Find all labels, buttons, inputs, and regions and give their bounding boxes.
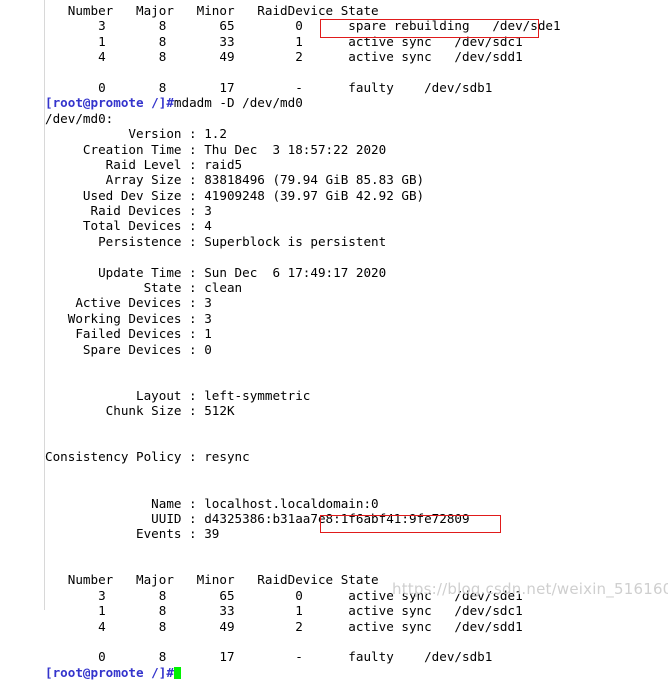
- top-table-header: Number Major Minor RaidDevice State: [45, 3, 379, 18]
- field-update-time: Update Time : Sun Dec 6 17:49:17 2020: [45, 264, 387, 280]
- field-active-devices: Active Devices : 3: [45, 295, 212, 311]
- shell-prompt: [root@promote /]#: [45, 95, 174, 111]
- text-cursor: [173, 666, 181, 679]
- bottom-table-header: Number Major Minor RaidDevice State: [45, 572, 379, 588]
- field-raid-devices: Raid Devices : 3: [45, 203, 212, 219]
- table-row: 4 8 49 2 active sync /dev/sdd1: [45, 49, 523, 65]
- final-prompt-line[interactable]: [root@promote /]#: [45, 665, 668, 680]
- field-layout: Layout : left-symmetric: [45, 387, 311, 403]
- table-row-faulty: 0 8 17 - faulty /dev/sdb1: [45, 79, 493, 95]
- table-row: 3 8 65 0 spare rebuilding /dev/sde1: [45, 18, 561, 34]
- field-spare-devices: Spare Devices : 0: [45, 341, 212, 357]
- command-line: [root@promote /]#mdadm -D /dev/md0: [45, 95, 668, 110]
- field-used-dev-size: Used Dev Size : 41909248 (39.97 GiB 42.9…: [45, 187, 425, 203]
- field-chunk-size: Chunk Size : 512K: [45, 403, 235, 419]
- field-name: Name : localhost.localdomain:0: [45, 495, 379, 511]
- field-consistency-policy: Consistency Policy : resync: [45, 449, 250, 465]
- field-version: Version : 1.2: [45, 126, 227, 142]
- field-creation-time: Creation Time : Thu Dec 3 18:57:22 2020: [45, 141, 387, 157]
- field-state: State : clean: [45, 280, 243, 296]
- command-text: mdadm -D /dev/md0: [173, 95, 303, 111]
- console-output: Number Major Minor RaidDevice State 3 8 …: [45, 3, 668, 680]
- field-total-devices: Total Devices : 4: [45, 218, 212, 234]
- terminal-window[interactable]: Number Major Minor RaidDevice State 3 8 …: [0, 0, 668, 680]
- table-row: 4 8 49 2 active sync /dev/sdd1: [45, 618, 523, 634]
- field-events: Events : 39: [45, 526, 220, 542]
- field-persistence: Persistence : Superblock is persistent: [45, 233, 387, 249]
- field-raid-level: Raid Level : raid5: [45, 156, 243, 172]
- field-failed-devices: Failed Devices : 1: [45, 326, 212, 342]
- table-row-faulty: 0 8 17 - faulty /dev/sdb1: [45, 649, 493, 665]
- table-row: 1 8 33 1 active sync /dev/sdc1: [45, 33, 523, 49]
- field-uuid: UUID : d4325386:b31aa7e8:1f6abf41:9fe728…: [45, 510, 470, 526]
- table-row: 3 8 65 0 active sync /dev/sde1: [45, 587, 523, 603]
- field-working-devices: Working Devices : 3: [45, 310, 212, 326]
- shell-prompt: [root@promote /]#: [45, 664, 174, 680]
- field-array-size: Array Size : 83818496 (79.94 GiB 85.83 G…: [45, 172, 425, 188]
- table-row: 1 8 33 1 active sync /dev/sdc1: [45, 603, 523, 619]
- device-header: /dev/md0:: [45, 110, 114, 126]
